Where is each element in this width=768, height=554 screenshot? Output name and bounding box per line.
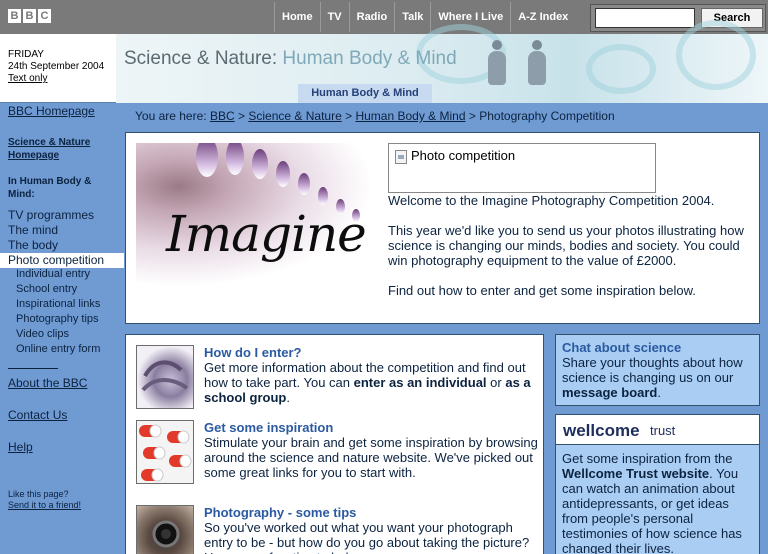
banner-title-main: Science & Nature: [124, 48, 278, 69]
like-page-label: Like this page? [8, 489, 69, 499]
chat-body: Share your thoughts about how science is… [562, 355, 743, 385]
send-to-friend-link[interactable]: Send it to a friend! [8, 500, 81, 510]
breadcrumb-human-body-mind[interactable]: Human Body & Mind [355, 109, 465, 123]
breadcrumb-science-nature[interactable]: Science & Nature [248, 109, 341, 123]
breadcrumb-prefix: You are here: [135, 109, 207, 123]
wellcome-trust-logo[interactable]: wellcome trust [556, 415, 759, 445]
wellcome-body: Get some inspiration from the [562, 451, 733, 466]
logo-letter-b2: B [23, 9, 36, 23]
chat-text: Share your thoughts about how science is… [562, 355, 753, 400]
section-heading-line1: In Human Body & [8, 176, 92, 187]
sn-homepage-link[interactable]: Science & Nature Homepage [8, 136, 90, 162]
section-heading-line2: Mind: [8, 189, 35, 200]
nav-online-entry-form[interactable]: Online entry form [16, 343, 100, 355]
nav-individual-entry[interactable]: Individual entry [16, 268, 90, 280]
wellcome-text: Get some inspiration from the Wellcome T… [562, 451, 756, 554]
intro-text: Welcome to the Imagine Photography Compe… [388, 193, 754, 313]
imagine-banner-image: Imagine [136, 143, 374, 287]
banner-swirl [586, 44, 656, 94]
article-thumbnail [136, 420, 194, 484]
banner-title-sub: Human Body & Mind [282, 48, 457, 69]
breadcrumb-separator: > [238, 109, 246, 123]
broken-image-icon [395, 150, 407, 164]
article-body: So you've worked out what you want your … [204, 520, 530, 554]
intro-welcome: Welcome to the Imagine Photography Compe… [388, 193, 715, 208]
breadcrumb-current: Photography Competition [479, 109, 615, 123]
intro-body: This year we'd like you to send us your … [388, 223, 744, 268]
message-board-link[interactable]: message board [562, 385, 657, 400]
nav-photography-tips[interactable]: Photography tips [16, 313, 99, 325]
article-thumbnail [136, 345, 194, 409]
wellcome-website-link[interactable]: Wellcome Trust website [562, 466, 709, 481]
wellcome-panel: wellcome trust Get some inspiration from… [555, 414, 760, 554]
article-body-text: or [486, 375, 506, 390]
chat-body-end: . [657, 385, 661, 400]
wellcome-logo-light: trust [650, 423, 676, 438]
body-figure-icon [486, 40, 508, 86]
section-banner: Science & Nature: Human Body & Mind Huma… [116, 20, 768, 103]
banner-swirl [676, 20, 756, 90]
bbc-homepage-link[interactable]: BBC Homepage [8, 104, 95, 118]
article-body-text: . [286, 390, 290, 405]
chat-panel: Chat about science Share your thoughts a… [555, 334, 760, 406]
sn-homepage-line2: Homepage [8, 150, 60, 161]
nav-the-body[interactable]: The body [8, 238, 58, 252]
nav-talk[interactable]: Talk [394, 2, 430, 32]
articles-panel: How do I enter? Get more information abo… [125, 334, 544, 554]
about-bbc-link[interactable]: About the BBC [8, 376, 87, 390]
sn-homepage-line1: Science & Nature [8, 137, 91, 148]
photo-placeholder: Photo competition [388, 143, 656, 193]
body-figure-icon [526, 40, 548, 86]
bbc-logo[interactable]: B B C [8, 9, 51, 23]
nav-divider [8, 368, 58, 369]
top-bar: B B C Home TV Radio Talk Where I Live A-… [0, 0, 768, 34]
nav-tv-programmes[interactable]: TV programmes [8, 208, 94, 222]
chat-about-science-link[interactable]: Chat about science [562, 340, 753, 355]
help-link[interactable]: Help [8, 440, 33, 454]
text-only-link[interactable]: Text only [8, 73, 104, 85]
imagine-wordmark: Imagine [166, 205, 367, 263]
global-nav: Home TV Radio Talk Where I Live A-Z Inde… [274, 2, 575, 32]
breadcrumb-separator: > [345, 109, 353, 123]
header: FRIDAY 24th September 2004 Text only Sci… [0, 20, 768, 103]
search-input[interactable] [595, 8, 695, 28]
nav-video-clips[interactable]: Video clips [16, 328, 69, 340]
nav-home[interactable]: Home [274, 2, 320, 32]
enter-individual-link[interactable]: enter as an individual [354, 375, 487, 390]
logo-letter-c: C [38, 9, 51, 23]
breadcrumb-separator: > [468, 109, 476, 123]
section-tab[interactable]: Human Body & Mind [298, 84, 432, 103]
how-do-i-enter-link[interactable]: How do I enter? [204, 345, 302, 360]
breadcrumb-bbc[interactable]: BBC [210, 109, 235, 123]
nav-the-mind[interactable]: The mind [8, 223, 58, 237]
date-block: FRIDAY 24th September 2004 Text only [8, 49, 104, 85]
nav-school-entry[interactable]: School entry [16, 283, 77, 295]
intro-cta: Find out how to enter and get some inspi… [388, 283, 696, 298]
article-body: Stimulate your brain and get some inspir… [204, 435, 538, 480]
article-body: Get more information about the competiti… [204, 360, 540, 405]
nav-photo-competition[interactable]: Photo competition [8, 253, 104, 267]
section-heading: In Human Body & Mind: [8, 175, 91, 201]
get-inspiration-link[interactable]: Get some inspiration [204, 420, 333, 435]
logo-letter-b1: B [8, 9, 21, 23]
date-label: 24th September 2004 [8, 61, 105, 72]
intro-panel: Imagine Photo competition Welcome to the… [125, 132, 760, 324]
wellcome-logo-bold: wellcome [563, 421, 640, 440]
photo-placeholder-label: Photo competition [411, 148, 516, 163]
breadcrumb: You are here: BBC > Science & Nature > H… [135, 109, 615, 123]
article-thumbnail [136, 505, 194, 554]
day-label: FRIDAY [8, 49, 44, 60]
photography-tips-link[interactable]: Photography - some tips [204, 505, 356, 520]
nav-radio[interactable]: Radio [348, 2, 395, 32]
contact-us-link[interactable]: Contact Us [8, 408, 67, 422]
nav-inspirational-links[interactable]: Inspirational links [16, 298, 100, 310]
banner-title: Science & Nature: Human Body & Mind [124, 48, 457, 70]
nav-a-z-index[interactable]: A-Z Index [510, 2, 575, 32]
nav-tv[interactable]: TV [319, 2, 349, 32]
